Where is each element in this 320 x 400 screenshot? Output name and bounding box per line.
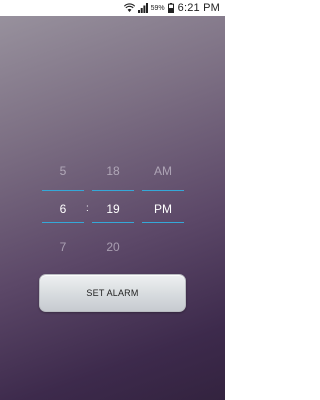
time-separator: : <box>86 203 89 214</box>
ampm-divider-bottom <box>142 222 184 223</box>
wifi-icon <box>123 3 135 13</box>
status-time: 6:21 PM <box>177 2 220 14</box>
hour-selected[interactable]: 6 <box>42 202 84 216</box>
ampm-selected[interactable]: PM <box>142 202 184 216</box>
hour-divider-bottom <box>42 222 84 223</box>
hour-spinner[interactable]: 5 6 7 <box>42 158 84 258</box>
status-bar: 59% 6:21 PM <box>0 0 225 16</box>
time-picker: 5 6 7 : 18 19 20 AM PM <box>40 158 185 258</box>
minute-spinner[interactable]: 18 19 20 <box>92 158 134 258</box>
battery-percent: 59% <box>150 4 165 12</box>
hour-divider-top <box>42 190 84 191</box>
minute-previous[interactable]: 18 <box>92 164 134 178</box>
ampm-previous[interactable]: AM <box>142 164 184 178</box>
minute-divider-top <box>92 190 134 191</box>
ampm-divider-top <box>142 190 184 191</box>
minute-divider-bottom <box>92 222 134 223</box>
ampm-spinner[interactable]: AM PM <box>142 158 184 258</box>
alarm-screen: 59% 6:21 PM 5 6 7 : 18 19 20 AM PM SET A… <box>0 0 225 400</box>
set-alarm-button[interactable]: SET ALARM <box>39 274 186 312</box>
minute-selected[interactable]: 19 <box>92 202 134 216</box>
battery-icon <box>167 3 174 13</box>
signal-icon <box>137 3 148 13</box>
hour-next[interactable]: 7 <box>42 240 84 254</box>
minute-next[interactable]: 20 <box>92 240 134 254</box>
hour-previous[interactable]: 5 <box>42 164 84 178</box>
